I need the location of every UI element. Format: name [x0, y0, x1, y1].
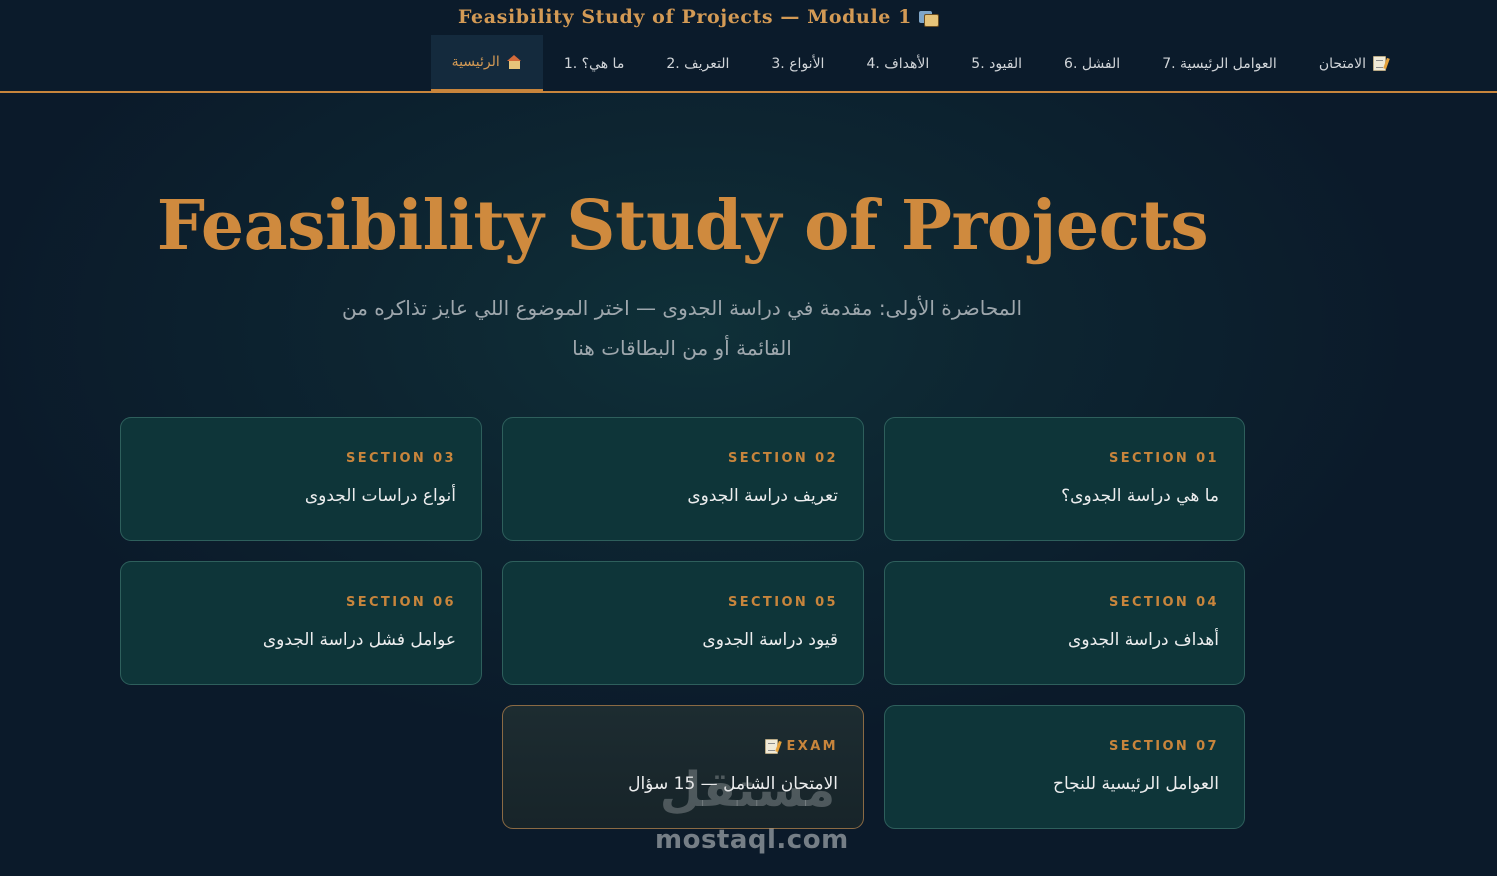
nav-item-label: 6. الفشل	[1064, 55, 1121, 72]
nav-item-objectives[interactable]: 4. الأهداف	[845, 35, 950, 92]
card-section-05[interactable]: SECTION 05 قيود دراسة الجدوى	[502, 561, 864, 685]
nav-item-key-factors[interactable]: 7. العوامل الرئيسية	[1141, 35, 1298, 92]
nav-item-label: 3. الأنواع	[771, 55, 825, 72]
card-tag: SECTION 02	[727, 450, 838, 466]
main-nav: الرئيسية 1. ما هي؟ 2. التعريف 3. الأنواع…	[430, 35, 1407, 92]
card-tag: SECTION 07	[1108, 738, 1219, 754]
card-section-07[interactable]: SECTION 07 العوامل الرئيسية للنجاح	[884, 705, 1245, 829]
nav-item-label: الرئيسية	[451, 54, 500, 70]
nav-item-failure[interactable]: 6. الفشل	[1043, 35, 1141, 92]
card-title: الامتحان الشامل — 15 سؤال	[628, 774, 838, 794]
nav-item-what-is[interactable]: 1. ما هي؟	[543, 35, 646, 92]
card-tag: SECTION 06	[345, 594, 456, 610]
card-title: ما هي دراسة الجدوى؟	[1061, 486, 1219, 506]
memo-icon	[765, 738, 779, 754]
watermark-url: mostaql.com	[655, 825, 849, 855]
card-title: أهداف دراسة الجدوى	[1068, 630, 1219, 650]
nav-item-label: 2. التعريف	[666, 55, 730, 72]
card-tag: SECTION 05	[727, 594, 838, 610]
brand-title: Feasibility Study of Projects — Module 1	[458, 6, 939, 28]
nav-item-label: 5. القيود	[971, 55, 1023, 72]
nav-item-types[interactable]: 3. الأنواع	[750, 35, 845, 92]
page: Feasibility Study of Projects — Module 1…	[0, 0, 1497, 876]
card-tag: SECTION 01	[1108, 450, 1219, 466]
top-bar: Feasibility Study of Projects — Module 1…	[0, 0, 1497, 93]
card-exam[interactable]: EXAM الامتحان الشامل — 15 سؤال	[502, 705, 864, 829]
nav-item-label: الامتحان	[1318, 55, 1366, 72]
house-icon	[506, 55, 522, 69]
card-tag: EXAM	[528, 736, 838, 756]
card-section-03[interactable]: SECTION 03 أنواع دراسات الجدوى	[120, 417, 482, 541]
nav-item-definition[interactable]: 2. التعريف	[645, 35, 750, 92]
card-section-04[interactable]: SECTION 04 أهداف دراسة الجدوى	[884, 561, 1245, 685]
card-section-01[interactable]: SECTION 01 ما هي دراسة الجدوى؟	[884, 417, 1245, 541]
card-section-06[interactable]: SECTION 06 عوامل فشل دراسة الجدوى	[120, 561, 482, 685]
books-icon	[918, 9, 939, 27]
brand-text: Feasibility Study of Projects — Module 1	[458, 6, 912, 28]
card-section-02[interactable]: SECTION 02 تعريف دراسة الجدوى	[502, 417, 864, 541]
hero-title: Feasibility Study of Projects	[156, 186, 1209, 266]
memo-icon	[1373, 56, 1386, 71]
nav-item-label: 7. العوامل الرئيسية	[1162, 55, 1277, 72]
card-tag: SECTION 03	[345, 450, 456, 466]
section-cards: SECTION 01 ما هي دراسة الجدوى؟ SECTION 0…	[120, 417, 1245, 829]
nav-item-home[interactable]: الرئيسية	[430, 35, 543, 92]
nav-item-label: 4. الأهداف	[866, 55, 930, 72]
nav-item-constraints[interactable]: 5. القيود	[950, 35, 1043, 92]
card-tag: SECTION 04	[1108, 594, 1219, 610]
card-title: تعريف دراسة الجدوى	[687, 486, 838, 506]
card-title: أنواع دراسات الجدوى	[304, 486, 456, 506]
card-title: قيود دراسة الجدوى	[702, 630, 838, 650]
nav-item-exam[interactable]: الامتحان	[1298, 35, 1407, 92]
card-title: عوامل فشل دراسة الجدوى	[262, 630, 456, 650]
card-title: العوامل الرئيسية للنجاح	[1052, 774, 1219, 794]
hero-subtitle: المحاضرة الأولى: مقدمة في دراسة الجدوى —…	[341, 296, 1023, 360]
nav-item-label: 1. ما هي؟	[563, 55, 625, 72]
